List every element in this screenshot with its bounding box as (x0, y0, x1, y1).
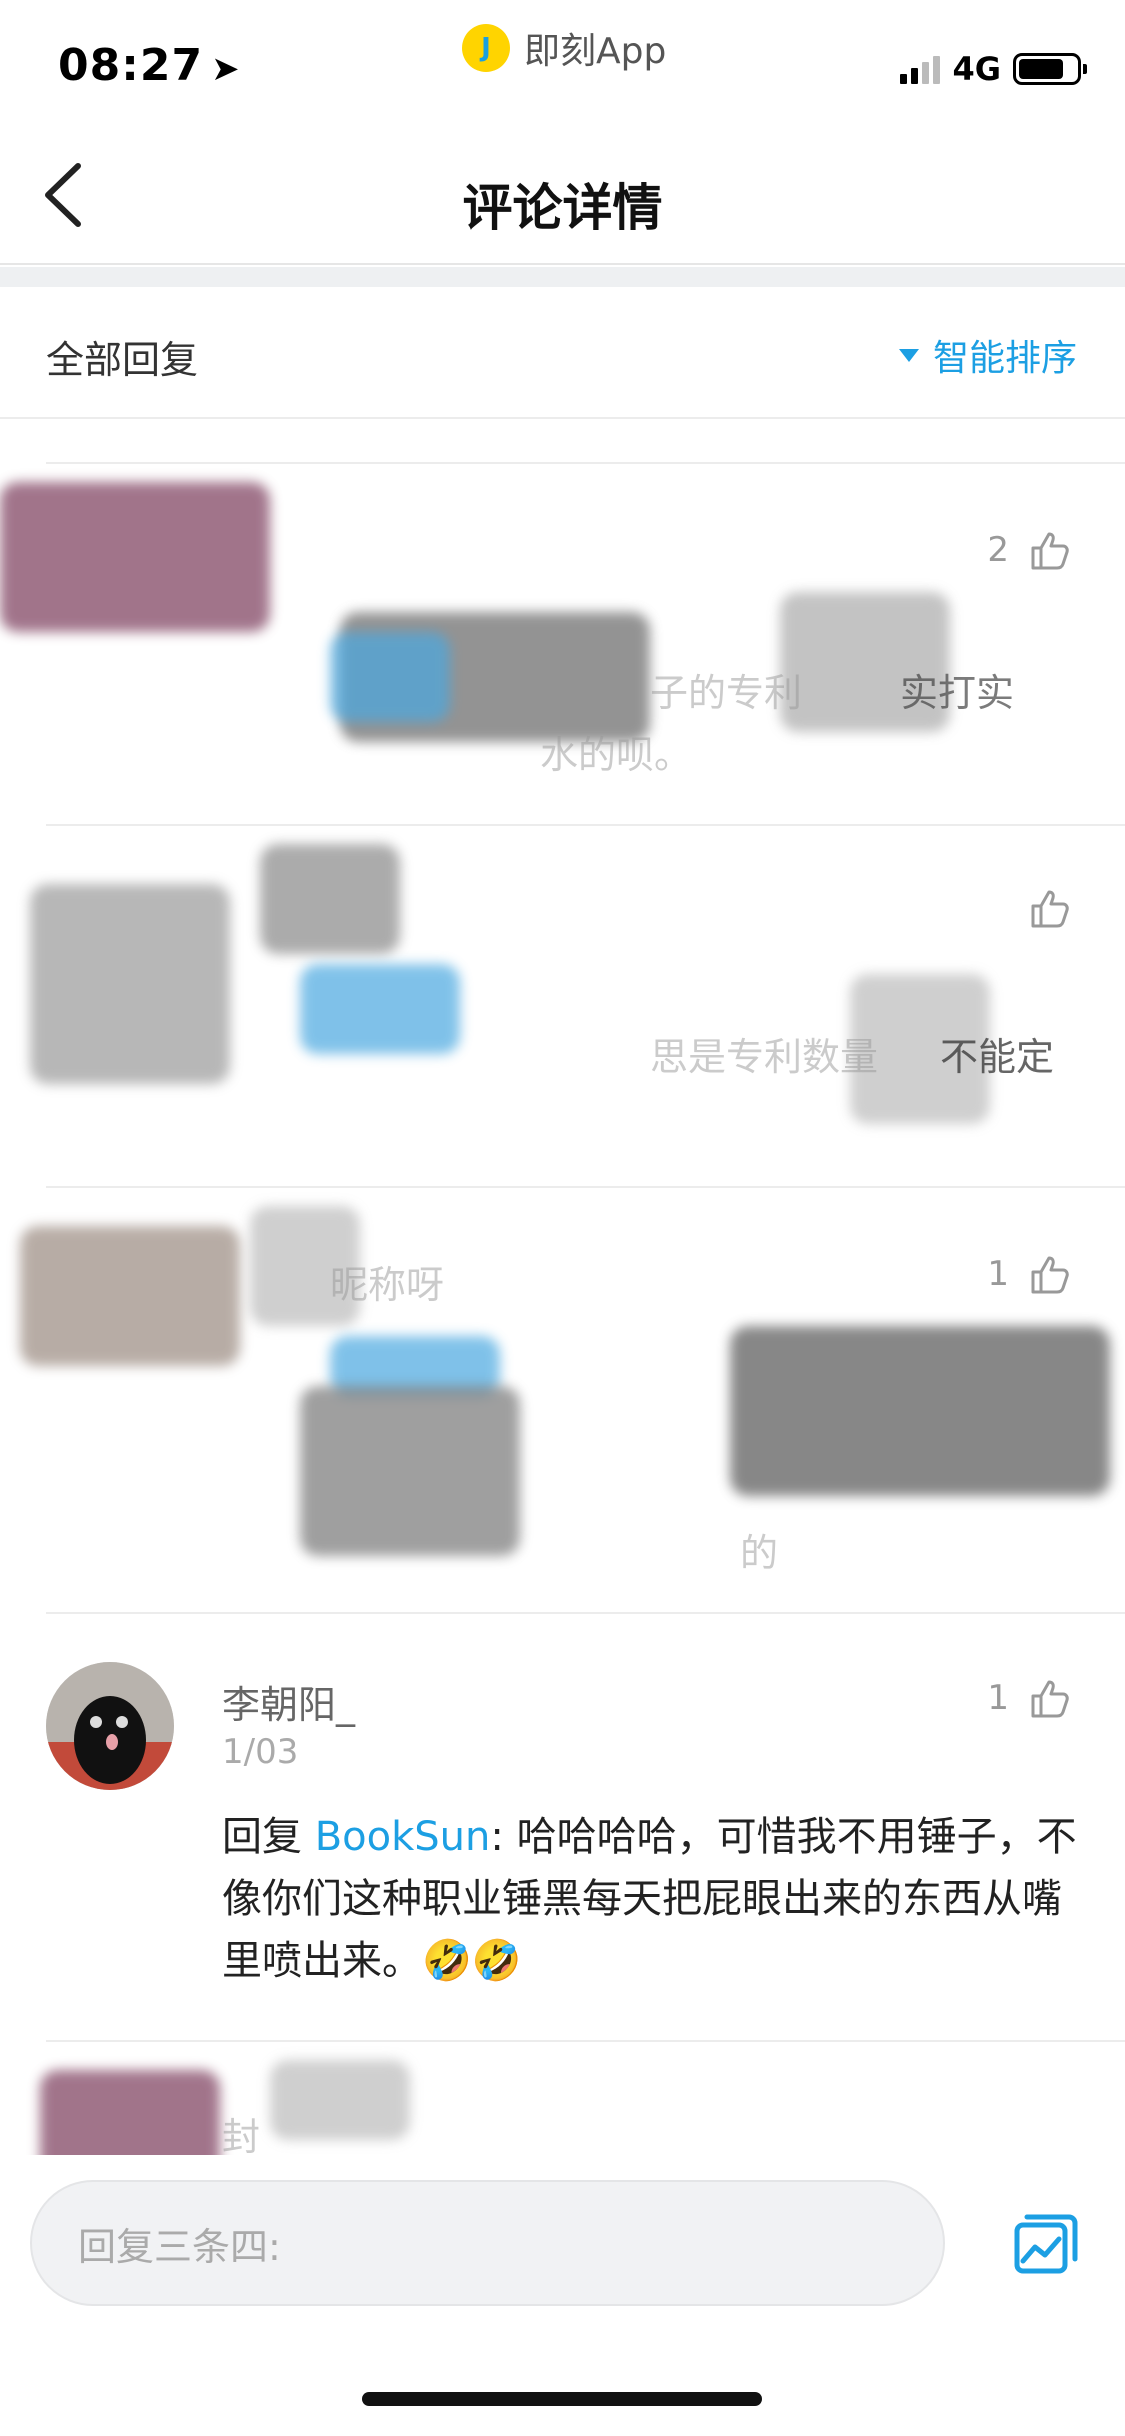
ghost-text: 的 (740, 1531, 779, 1575)
page-title: 评论详情 (462, 179, 663, 237)
comment-date: 1/03 (222, 1732, 299, 1772)
app-logo-icon: J (462, 24, 510, 72)
ghost-text: 子的专利 (650, 671, 803, 715)
comment-body: 回复 BookSun: 哈哈哈哈，可惜我不用锤子，不像你们这种职业锤黑每天把屁眼… (222, 1806, 1082, 1992)
section-gap (0, 267, 1125, 287)
nav-bar: 评论详情 (0, 130, 1125, 265)
like-icon (1031, 890, 1069, 928)
redacted-area (300, 964, 460, 1054)
reply-prefix: 回复 (222, 1814, 315, 1860)
status-bar: 08:27 ➤ J 即刻App 4G (0, 0, 1125, 130)
ghost-text: 实打实 (900, 671, 1015, 715)
redacted-avatar (30, 884, 230, 1084)
redacted-area (300, 1386, 520, 1556)
all-replies-label: 全部回复 (46, 338, 199, 382)
ghost-text: 水的呗。 (540, 733, 693, 777)
sort-button[interactable]: 智能排序 (898, 329, 1077, 381)
avatar[interactable] (46, 1662, 174, 1790)
like-button[interactable]: 2 (987, 528, 1071, 572)
like-icon (1031, 1256, 1069, 1294)
replies-header: 全部回复 智能排序 (0, 287, 1125, 419)
mention-link[interactable]: BookSun (315, 1814, 491, 1860)
home-indicator[interactable] (362, 2392, 762, 2406)
location-arrow-icon: ➤ (211, 49, 241, 89)
network-label: 4G (952, 50, 1001, 88)
like-button[interactable]: 1 (987, 1676, 1071, 1720)
like-button[interactable]: 1 (987, 1252, 1071, 1296)
like-count: 1 (987, 1678, 1009, 1718)
like-icon (1031, 1680, 1069, 1718)
like-count: 1 (987, 1254, 1009, 1294)
app-name: 即刻App (524, 31, 667, 72)
commenter-name[interactable]: 李朝阳_ (222, 1674, 355, 1729)
comment-item: 思是专利数量 不能定 (0, 824, 1125, 1186)
like-button[interactable] (1009, 886, 1071, 930)
comment-item: 封 (0, 2040, 1125, 2190)
comment-item: 子的专利 实打实 水的呗。 2 (0, 462, 1125, 824)
signal-icon (900, 54, 941, 84)
redacted-avatar (0, 482, 270, 632)
redacted-area (730, 1326, 1110, 1496)
comment-item: 昵称呀 的 1 (0, 1186, 1125, 1612)
redacted-area (330, 632, 450, 722)
sort-triangle-icon (898, 348, 919, 362)
ghost-text: 思是专利数量 (650, 1035, 879, 1079)
reply-bar: 回复三条四: (0, 2155, 1125, 2315)
redacted-avatar (20, 1226, 240, 1366)
redacted-area (270, 2060, 410, 2140)
emoji-rofl: 🤣🤣 (422, 1938, 522, 1984)
like-count: 2 (987, 530, 1009, 570)
app-indicator[interactable]: J 即刻App (462, 22, 666, 74)
ghost-text: 不能定 (940, 1035, 1055, 1079)
image-icon[interactable] (1011, 2209, 1081, 2279)
sort-label: 智能排序 (932, 338, 1077, 379)
status-time: 08:27 ➤ (58, 40, 241, 91)
comment-item: 李朝阳_ 1/03 1 回复 BookSun: 哈哈哈哈，可惜我不用锤子，不像你… (0, 1612, 1125, 2040)
battery-icon (1013, 53, 1087, 85)
ghost-text: 昵称呀 (330, 1263, 445, 1307)
status-time-text: 08:27 (58, 40, 204, 91)
redacted-area (260, 844, 400, 954)
reply-input[interactable]: 回复三条四: (30, 2180, 945, 2306)
status-indicators: 4G (900, 50, 1087, 88)
like-icon (1031, 532, 1069, 570)
commenter-name: 封 (222, 2115, 261, 2159)
